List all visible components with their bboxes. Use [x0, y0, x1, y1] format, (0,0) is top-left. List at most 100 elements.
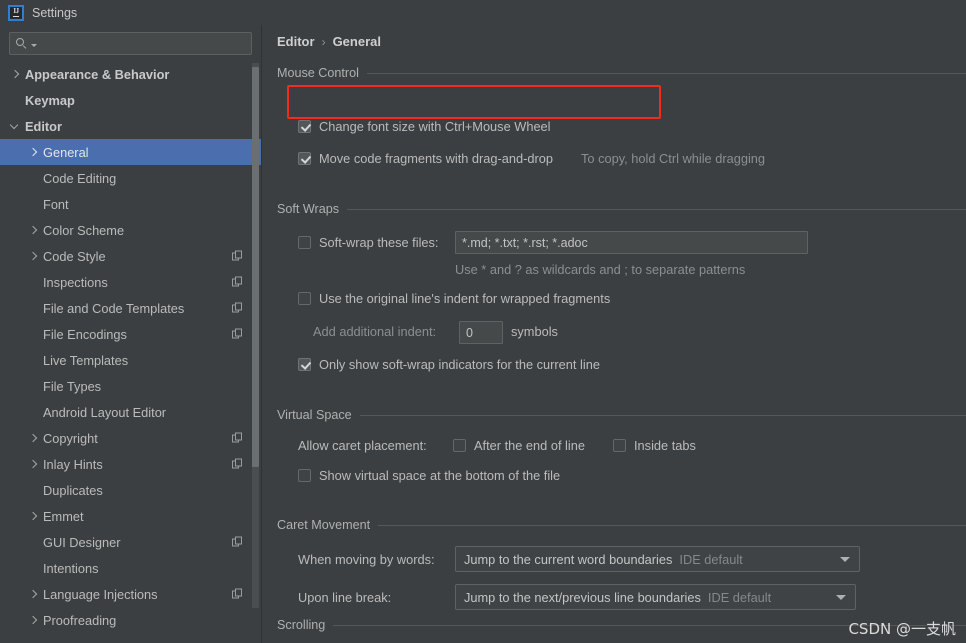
sidebar-item-file-types[interactable]: File Types [0, 373, 261, 399]
watermark: CSDN @一支帆 [848, 620, 956, 638]
combo-hint: IDE default [679, 551, 743, 567]
sidebar-item-code-editing[interactable]: Code Editing [0, 165, 261, 191]
sidebar-item-label: Emmet [43, 508, 84, 524]
checkbox-after-end-of-line[interactable]: After the end of line [453, 438, 585, 453]
settings-dialog: IJ Settings Appearance & Behavior Keymap E… [0, 0, 966, 643]
section-header-caret-movement: Caret Movement [277, 518, 966, 532]
copy-icon [232, 328, 243, 340]
chevron-right-icon[interactable] [28, 459, 39, 470]
copy-icon [232, 588, 243, 600]
additional-indent-input[interactable] [459, 321, 503, 344]
checkbox-indicator[interactable] [298, 236, 311, 249]
sidebar-scrollbar-thumb[interactable] [252, 67, 259, 467]
sidebar-item-android-layout-editor[interactable]: Android Layout Editor [0, 399, 261, 425]
checkbox-indicator[interactable] [453, 439, 466, 452]
sidebar-item-appearance-behavior[interactable]: Appearance & Behavior [0, 61, 261, 87]
checkbox-indicator[interactable] [298, 152, 311, 165]
sidebar-item-inlay-hints[interactable]: Inlay Hints [0, 451, 261, 477]
sidebar-item-file-and-code-templates[interactable]: File and Code Templates [0, 295, 261, 321]
additional-indent-row: Add additional indent: [313, 324, 436, 339]
copy-icon [232, 276, 243, 288]
section-divider [366, 72, 966, 74]
section-header-mouse-control: Mouse Control [277, 66, 966, 80]
sidebar-item-copyright[interactable]: Copyright [0, 425, 261, 451]
wildcard-hint: Use * and ? as wildcards and ; to separa… [455, 262, 746, 277]
sidebar-item-general[interactable]: General [0, 139, 261, 165]
sidebar-item-color-scheme[interactable]: Color Scheme [0, 217, 261, 243]
sidebar-item-label: General [43, 144, 89, 160]
search-field[interactable] [9, 32, 252, 55]
sidebar-item-code-style[interactable]: Code Style [0, 243, 261, 269]
settings-tree: Appearance & Behavior Keymap Editor General… [0, 61, 261, 633]
checkbox-label: Show virtual space at the bottom of the … [319, 468, 561, 483]
chevron-down-icon[interactable] [836, 595, 846, 600]
sidebar-item-label: Inlay Hints [43, 456, 103, 472]
drag-and-drop-hint: To copy, hold Ctrl while dragging [581, 151, 766, 166]
chevron-right-icon[interactable] [28, 589, 39, 600]
upon-line-break-row: Upon line break: [298, 590, 391, 605]
chevron-down-icon[interactable] [840, 557, 850, 562]
checkbox-move-code-fragments[interactable]: Move code fragments with drag-and-drop T… [298, 151, 765, 166]
chevron-down-icon[interactable] [10, 121, 21, 132]
chevron-right-icon[interactable] [28, 225, 39, 236]
checkbox-label: After the end of line [474, 438, 585, 453]
app-icon-text: IJ [13, 7, 19, 17]
soft-wrap-files-input[interactable] [455, 231, 808, 254]
sidebar-item-label: Color Scheme [43, 222, 125, 238]
copy-icon [232, 432, 243, 444]
sidebar-item-keymap[interactable]: Keymap [0, 87, 261, 113]
checkbox-change-font-size[interactable]: Change font size with Ctrl+Mouse Wheel [298, 119, 551, 134]
section-title-caret-movement: Caret Movement [277, 518, 371, 532]
sidebar-item-proofreading[interactable]: Proofreading [0, 607, 261, 633]
sidebar-item-emmet[interactable]: Emmet [0, 503, 261, 529]
checkbox-indicator[interactable] [613, 439, 626, 452]
checkbox-soft-wrap-files[interactable]: Soft-wrap these files: [298, 235, 439, 250]
chevron-right-icon[interactable] [28, 511, 39, 522]
chevron-right-icon[interactable] [28, 251, 39, 262]
sidebar-item-label: File Encodings [43, 326, 127, 342]
sidebar-item-file-encodings[interactable]: File Encodings [0, 321, 261, 347]
sidebar-item-intentions[interactable]: Intentions [0, 555, 261, 581]
combo-upon-line-break[interactable]: Jump to the next/previous line boundarie… [455, 584, 856, 610]
sidebar-item-duplicates[interactable]: Duplicates [0, 477, 261, 503]
upon-line-break-label: Upon line break: [298, 590, 392, 605]
checkbox-indicator[interactable] [298, 120, 311, 133]
chevron-right-icon[interactable] [28, 433, 39, 444]
checkbox-show-virtual-space[interactable]: Show virtual space at the bottom of the … [298, 468, 560, 483]
combo-value: Jump to the current word boundaries [464, 551, 673, 567]
checkbox-label: Move code fragments with drag-and-drop [319, 151, 554, 166]
sidebar-item-label: GUI Designer [43, 534, 121, 550]
combo-when-moving-by-words[interactable]: Jump to the current word boundaries IDE … [455, 546, 860, 572]
sidebar-item-label: Editor [25, 118, 62, 134]
checkbox-original-indent[interactable]: Use the original line's indent for wrapp… [298, 291, 610, 306]
sidebar-item-label: Appearance & Behavior [25, 66, 170, 82]
checkbox-label: Use the original line's indent for wrapp… [319, 291, 611, 306]
search-input[interactable] [37, 35, 251, 52]
copy-icon [232, 250, 243, 262]
breadcrumb: Editor › General [277, 34, 381, 49]
sidebar-item-inspections[interactable]: Inspections [0, 269, 261, 295]
checkbox-indicator[interactable] [298, 469, 311, 482]
sidebar-item-font[interactable]: Font [0, 191, 261, 217]
sidebar-item-label: Live Templates [43, 352, 129, 368]
sidebar-item-language-injections[interactable]: Language Injections [0, 581, 261, 607]
additional-indent-label: Add additional indent: [313, 324, 437, 339]
checkbox-indicator[interactable] [298, 292, 311, 305]
checkbox-inside-tabs[interactable]: Inside tabs [613, 438, 696, 453]
sidebar-item-live-templates[interactable]: Live Templates [0, 347, 261, 373]
settings-sidebar: Appearance & Behavior Keymap Editor General… [0, 25, 262, 643]
breadcrumb-parent[interactable]: Editor [277, 34, 315, 49]
checkbox-only-show-indicators[interactable]: Only show soft-wrap indicators for the c… [298, 357, 600, 372]
sidebar-item-gui-designer[interactable]: GUI Designer [0, 529, 261, 555]
checkbox-label: Change font size with Ctrl+Mouse Wheel [319, 119, 551, 134]
checkbox-label: Only show soft-wrap indicators for the c… [319, 357, 600, 372]
sidebar-item-editor[interactable]: Editor [0, 113, 261, 139]
chevron-right-icon[interactable] [28, 615, 39, 626]
chevron-right-icon[interactable] [10, 69, 21, 80]
chevron-right-icon[interactable] [28, 147, 39, 158]
checkbox-indicator[interactable] [298, 358, 311, 371]
